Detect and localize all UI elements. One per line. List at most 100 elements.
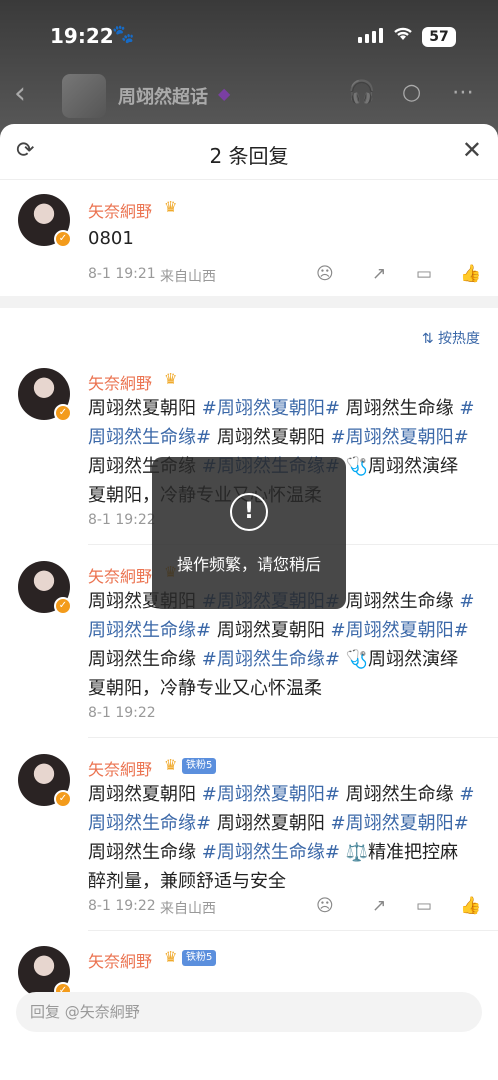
battery-indicator: 57: [422, 27, 456, 47]
row-divider: [88, 930, 498, 931]
comment-username[interactable]: 矢奈絅野: [88, 198, 152, 222]
paw-icon: 🐾: [112, 24, 135, 45]
exclamation-icon: !: [230, 493, 268, 531]
reply-username[interactable]: 矢奈絅野: [88, 563, 152, 587]
reply-text: 夏朝阳，冷静专业又心怀温柔: [88, 678, 322, 699]
share-icon[interactable]: ↗: [372, 264, 386, 284]
reply-text-line: 周翊然夏朝阳 #周翊然夏朝阳# 周翊然生命缘 #: [88, 394, 488, 423]
sheet-title: 2 条回复: [209, 144, 289, 168]
hashtag-link[interactable]: #周翊然夏朝阳#: [331, 620, 469, 641]
sort-button[interactable]: ⇅ 按热度: [422, 328, 480, 348]
comment-icon[interactable]: ▭: [416, 264, 432, 284]
main-comment: ✓ 矢奈絅野 ♛ 0801 8-1 19:21 来自山西 ☹ ↗ ▭ 👍: [0, 180, 498, 296]
dislike-icon[interactable]: ☹: [316, 896, 334, 916]
reply-username[interactable]: 矢奈絅野: [88, 756, 152, 780]
reply-text-line: 周翊然生命缘 #周翊然生命缘# ⚖️精准把控麻: [88, 838, 488, 867]
reply-text-line: 周翊然生命缘# 周翊然夏朝阳 #周翊然夏朝阳#: [88, 809, 488, 838]
reply-time: 8-1 19:22: [88, 705, 156, 721]
comment-text: 0801: [88, 228, 134, 249]
reply-text: 周翊然生命缘: [339, 398, 460, 419]
reply-text: 周翊然生命缘: [88, 842, 202, 863]
topic-title: 周翊然超话: [118, 87, 208, 108]
signal-icon: [358, 28, 383, 43]
comment-location: 来自山西: [160, 269, 216, 285]
section-divider: [0, 296, 498, 308]
reply-text-line: 周翊然生命缘 #周翊然生命缘# 🩺周翊然演绎: [88, 645, 488, 674]
toast-message: 操作频繁，请您稍后: [176, 555, 321, 574]
comment-icon[interactable]: ▭: [416, 896, 432, 916]
like-icon[interactable]: 👍: [460, 896, 481, 916]
status-bar: 19:22 🐾 57: [0, 22, 498, 52]
reply-input[interactable]: 回复 @矢奈絅野: [16, 992, 482, 1032]
sort-icon: ⇅: [421, 331, 438, 347]
reply-text-line: 周翊然生命缘# 周翊然夏朝阳 #周翊然夏朝阳#: [88, 616, 488, 645]
reply-text: 醉剂量，兼顾舒适与安全: [88, 871, 286, 892]
fan-badge: 铁粉5: [182, 758, 217, 774]
reply-text-line: 周翊然生命缘# 周翊然夏朝阳 #周翊然夏朝阳#: [88, 423, 488, 452]
avatar[interactable]: ✓: [18, 561, 72, 615]
gem-icon: ◆: [218, 84, 231, 103]
reply-time: 8-1 19:22: [88, 512, 156, 528]
more-icon[interactable]: ⋯: [452, 80, 474, 105]
share-icon[interactable]: ↗: [372, 896, 386, 916]
hashtag-link[interactable]: #: [459, 398, 474, 419]
back-arrow-icon[interactable]: ‹: [14, 76, 26, 111]
wifi-icon: [392, 24, 414, 47]
reply-username[interactable]: 矢奈絅野: [88, 370, 152, 394]
crown-icon: ♛: [164, 370, 178, 388]
hashtag-link[interactable]: #周翊然生命缘#: [202, 649, 340, 670]
verified-icon: ✓: [54, 230, 72, 248]
reply-text: 周翊然生命缘: [339, 591, 460, 612]
crown-icon: ♛: [164, 948, 178, 966]
hashtag-link[interactable]: 周翊然生命缘#: [88, 813, 211, 834]
hashtag-link[interactable]: #周翊然夏朝阳#: [331, 813, 469, 834]
dislike-icon[interactable]: ☹: [316, 264, 334, 284]
hashtag-link[interactable]: #: [459, 591, 474, 612]
rate-limit-toast: ! 操作频繁，请您稍后: [152, 457, 346, 609]
avatar[interactable]: ✓: [18, 368, 72, 422]
sheet-header: ⟳ 2 条回复 ✕: [0, 124, 498, 180]
reply-text: 🩺周翊然演绎: [339, 456, 459, 477]
avatar[interactable]: ✓: [18, 754, 72, 808]
reply-text: 周翊然生命缘: [339, 784, 460, 805]
hashtag-link[interactable]: 周翊然生命缘#: [88, 620, 211, 641]
reply-text-line: 夏朝阳，冷静专业又心怀温柔: [88, 674, 488, 703]
comment-time: 8-1 19:21: [88, 266, 156, 282]
search-icon[interactable]: ○: [402, 80, 421, 105]
reply-text: ⚖️精准把控麻: [339, 842, 459, 863]
avatar[interactable]: ✓: [18, 946, 72, 1000]
hashtag-link[interactable]: #周翊然夏朝阳#: [202, 784, 340, 805]
verified-icon: ✓: [54, 790, 72, 808]
reply-username[interactable]: 矢奈絅野: [88, 948, 152, 972]
status-time: 19:22: [50, 24, 114, 48]
listen-icon[interactable]: 🎧: [348, 80, 375, 105]
reply-text-line: 周翊然夏朝阳 #周翊然夏朝阳# 周翊然生命缘 #: [88, 780, 488, 809]
reply-text: 🩺周翊然演绎: [339, 649, 459, 670]
reply-time: 8-1 19:22: [88, 898, 156, 914]
crown-icon: ♛: [164, 198, 178, 216]
close-icon[interactable]: ✕: [462, 136, 482, 164]
sort-label: 按热度: [438, 331, 480, 347]
topic-nav-bar: ‹ 周翊然超话 ◆ 🎧 ○ ⋯: [0, 72, 498, 120]
verified-icon: ✓: [54, 404, 72, 422]
avatar[interactable]: ✓: [18, 194, 72, 248]
hashtag-link[interactable]: 周翊然生命缘#: [88, 427, 211, 448]
verified-icon: ✓: [54, 597, 72, 615]
hashtag-link[interactable]: #周翊然夏朝阳#: [202, 398, 340, 419]
hashtag-link[interactable]: #周翊然夏朝阳#: [331, 427, 469, 448]
hashtag-link[interactable]: #: [459, 784, 474, 805]
reply-text: 周翊然生命缘: [88, 649, 202, 670]
reply-text: 周翊然夏朝阳: [211, 620, 331, 641]
topic-thumbnail: [62, 74, 106, 118]
reply-text: 周翊然夏朝阳: [211, 813, 331, 834]
reply-location: 来自山西: [160, 901, 216, 917]
reply-text-line: 醉剂量，兼顾舒适与安全: [88, 867, 488, 896]
reply-text: 周翊然夏朝阳: [211, 427, 331, 448]
reply-text: 周翊然夏朝阳: [88, 398, 202, 419]
reply-text: 周翊然夏朝阳: [88, 784, 202, 805]
fan-badge: 铁粉5: [182, 950, 217, 966]
row-divider: [88, 737, 498, 738]
like-icon[interactable]: 👍: [460, 264, 481, 284]
crown-icon: ♛: [164, 756, 178, 774]
hashtag-link[interactable]: #周翊然生命缘#: [202, 842, 340, 863]
